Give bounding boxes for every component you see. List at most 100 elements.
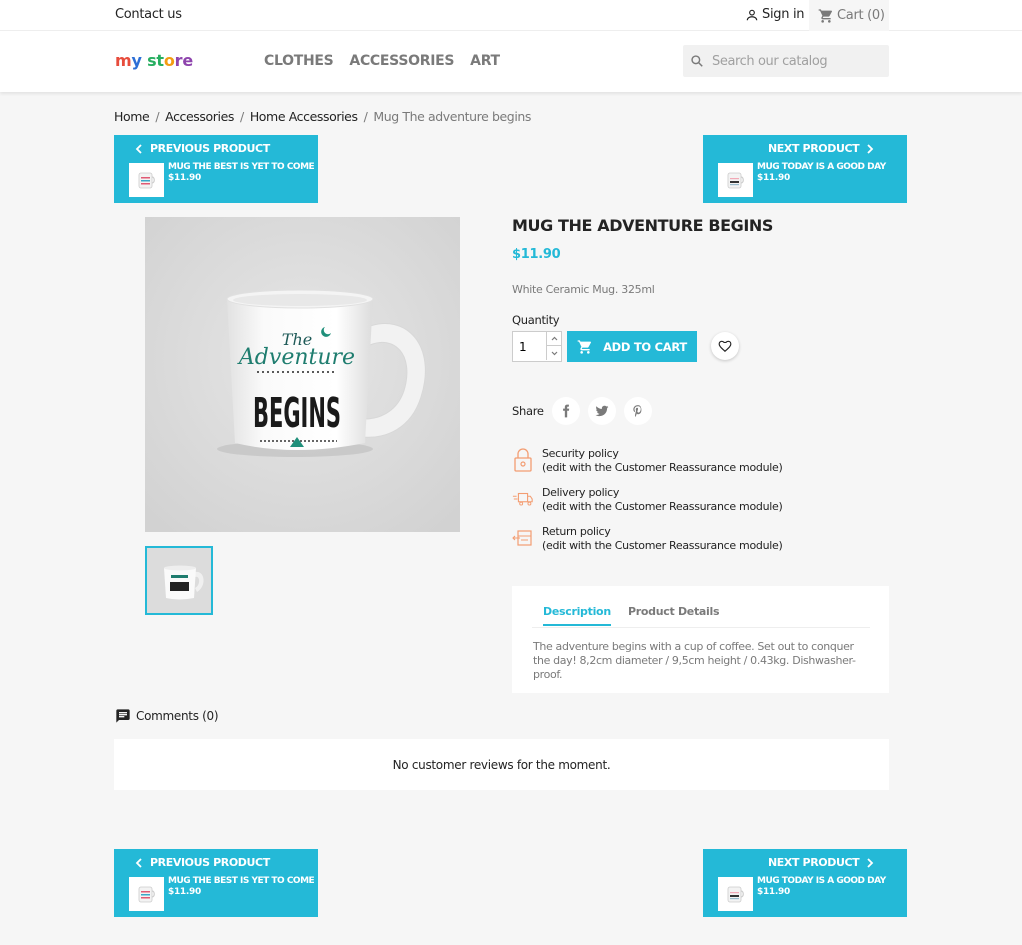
reassurance-title: Return policy [542, 525, 611, 538]
previous-product-name: MUG THE BEST IS YET TO COME [168, 162, 315, 172]
next-product-name: MUG TODAY IS A GOOD DAY [757, 876, 886, 886]
pinterest-icon [633, 405, 642, 417]
share-pinterest-button[interactable] [623, 397, 652, 425]
next-product-thumbnail [718, 877, 753, 911]
reassurance-title: Delivery policy [542, 486, 620, 499]
next-product-thumbnail [718, 163, 753, 197]
previous-product-price: $11.90 [168, 173, 201, 183]
next-product-price: $11.90 [757, 887, 790, 897]
previous-product-header: PREVIOUS PRODUCT [134, 142, 270, 155]
previous-product-link-bottom[interactable]: PREVIOUS PRODUCT MUG THE BEST IS YET TO … [114, 849, 318, 917]
reassurance-item-delivery: Delivery policy (edit with the Customer … [512, 486, 783, 514]
mug-illustration: The Adventure BEGINS [145, 217, 460, 532]
lock-icon [512, 447, 534, 473]
reviews-panel: No customer reviews for the moment. [114, 739, 889, 790]
chevron-right-icon [867, 857, 874, 868]
product-tabs: Description Product Details The adventur… [512, 586, 889, 693]
add-to-cart-button[interactable]: ADD TO CART [567, 331, 697, 362]
reassurance-subtitle: (edit with the Customer Reassurance modu… [542, 461, 783, 474]
next-product-label: NEXT PRODUCT [768, 142, 860, 155]
product-title: MUG THE ADVENTURE BEGINS [512, 216, 774, 235]
chevron-right-icon [867, 143, 874, 154]
breadcrumb-separator: / [155, 109, 160, 124]
breadcrumb-separator: / [240, 109, 244, 124]
share-facebook-button[interactable] [551, 397, 580, 425]
quantity-decrease-button[interactable] [546, 346, 562, 360]
product-main-image[interactable]: The Adventure BEGINS [145, 217, 460, 532]
mug-text-adventure: Adventure [237, 345, 355, 370]
previous-product-price: $11.90 [168, 887, 201, 897]
mug-thumbnail-icon [147, 548, 211, 613]
cart-button[interactable]: Cart (0) [809, 0, 889, 31]
nav-clothes[interactable]: CLOTHES [264, 53, 334, 69]
wishlist-button[interactable] [711, 332, 739, 360]
nav-art[interactable]: ART [470, 53, 500, 69]
quantity-stepper [512, 331, 562, 362]
tab-description-content: The adventure begins with a cup of coffe… [533, 640, 856, 681]
next-product-price: $11.90 [757, 173, 790, 183]
main-header: my store CLOTHES ACCESSORIES ART [0, 31, 1022, 92]
breadcrumb-home-accessories[interactable]: Home Accessories [250, 109, 358, 124]
return-box-icon [512, 525, 534, 551]
product-thumbnail-selected[interactable] [145, 546, 213, 615]
user-icon [746, 9, 758, 20]
cart-label: Cart (0) [837, 8, 885, 23]
search-box [683, 45, 889, 77]
add-to-cart-label: ADD TO CART [603, 339, 687, 354]
next-product-header: NEXT PRODUCT [768, 142, 875, 155]
shopping-cart-icon [577, 339, 592, 354]
chevron-left-icon [135, 143, 142, 154]
previous-product-thumbnail [129, 877, 164, 911]
tab-description[interactable]: Description [543, 605, 611, 626]
nav-accessories[interactable]: ACCESSORIES [349, 53, 454, 69]
chevron-left-icon [135, 857, 142, 868]
previous-product-name: MUG THE BEST IS YET TO COME [168, 876, 315, 886]
reassurance-subtitle: (edit with the Customer Reassurance modu… [542, 500, 783, 513]
logo-part: m [115, 51, 132, 70]
reassurance-title: Security policy [542, 447, 619, 460]
logo-part: y [131, 51, 142, 70]
comment-icon [116, 709, 130, 723]
sign-in-link[interactable]: Sign in [745, 7, 805, 22]
breadcrumb-accessories[interactable]: Accessories [165, 109, 234, 124]
previous-product-thumbnail [129, 163, 164, 197]
next-product-name: MUG TODAY IS A GOOD DAY [757, 162, 886, 172]
quantity-label: Quantity [512, 313, 560, 327]
previous-product-label: PREVIOUS PRODUCT [150, 142, 270, 155]
delivery-truck-icon [512, 486, 534, 512]
next-product-link-bottom[interactable]: NEXT PRODUCT MUG TODAY IS A GOOD DAY $11… [703, 849, 907, 917]
shopping-cart-icon [818, 8, 833, 23]
reassurance-item-return: Return policy (edit with the Customer Re… [512, 525, 783, 553]
product-price: $11.90 [512, 247, 561, 262]
comments-title: Comments (0) [136, 709, 219, 723]
store-logo[interactable]: my store [115, 51, 193, 70]
tab-divider [532, 627, 870, 628]
search-input[interactable] [712, 53, 882, 69]
next-product-header: NEXT PRODUCT [768, 856, 875, 869]
main-nav: CLOTHES ACCESSORIES ART [264, 53, 500, 69]
chevron-up-icon [551, 336, 558, 341]
no-reviews-message: No customer reviews for the moment. [392, 757, 611, 772]
share-label: Share [512, 404, 544, 418]
quantity-increase-button[interactable] [546, 332, 562, 346]
reassurance-item-security: Security policy (edit with the Customer … [512, 447, 783, 475]
chevron-down-icon [551, 351, 558, 355]
logo-part: st [141, 51, 164, 70]
sign-in-label: Sign in [762, 7, 805, 22]
logo-part: o [163, 51, 175, 70]
next-product-link-top[interactable]: NEXT PRODUCT MUG TODAY IS A GOOD DAY $11… [703, 135, 907, 203]
share-twitter-button[interactable] [587, 397, 616, 425]
product-short-description: White Ceramic Mug. 325ml [512, 283, 655, 296]
top-bar: Contact us Sign in Cart (0) [0, 0, 1022, 31]
breadcrumb-separator: / [363, 109, 368, 124]
heart-icon [718, 340, 732, 353]
previous-product-link-top[interactable]: PREVIOUS PRODUCT MUG THE BEST IS YET TO … [114, 135, 318, 203]
quantity-input[interactable] [513, 332, 545, 361]
breadcrumb-home[interactable]: Home [114, 109, 150, 124]
previous-product-label: PREVIOUS PRODUCT [150, 856, 270, 869]
twitter-icon [595, 405, 609, 417]
search-icon[interactable] [690, 54, 704, 68]
reassurance-subtitle: (edit with the Customer Reassurance modu… [542, 539, 783, 552]
tab-product-details[interactable]: Product Details [628, 605, 720, 624]
contact-us-link[interactable]: Contact us [115, 7, 182, 22]
